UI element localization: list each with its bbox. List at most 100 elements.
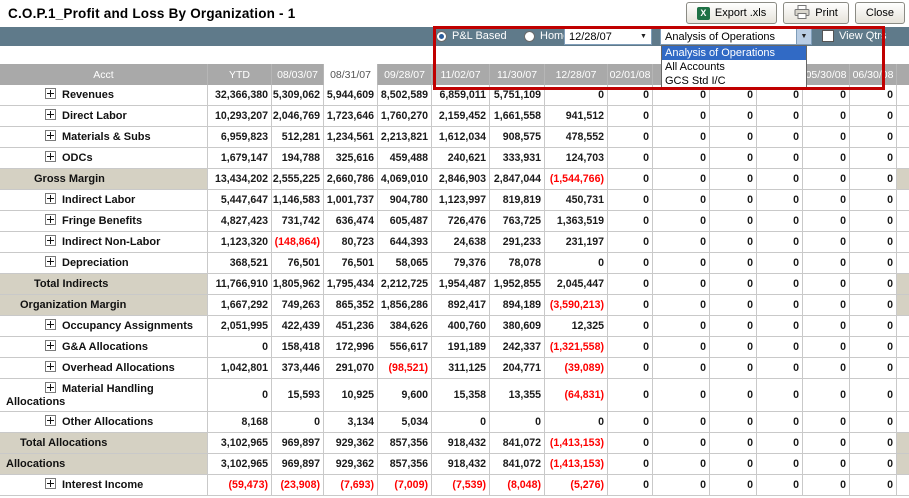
period-select-value: 12/28/07: [565, 29, 636, 44]
value-cell: 0: [803, 358, 850, 378]
row-filler: [897, 412, 909, 432]
value-cell: 9,600: [378, 379, 432, 411]
expand-icon[interactable]: [45, 256, 56, 267]
row-filler: [897, 127, 909, 147]
value-cell: 969,897: [272, 433, 324, 453]
value-cell: 422,439: [272, 316, 324, 336]
row-filler: [897, 274, 909, 294]
value-cell: 0: [850, 412, 897, 432]
value-cell: 0: [803, 190, 850, 210]
value-cell: (1,321,558): [545, 337, 608, 357]
value-cell: 0: [490, 412, 545, 432]
expand-icon[interactable]: [45, 88, 56, 99]
value-cell: 0: [757, 412, 803, 432]
value-cell: (3,590,213): [545, 295, 608, 315]
value-cell: 0: [850, 148, 897, 168]
value-cell: (5,276): [545, 475, 608, 495]
export-xls-button[interactable]: X Export .xls: [686, 2, 777, 24]
dropdown-option[interactable]: Analysis of Operations: [662, 46, 806, 60]
print-button[interactable]: Print: [783, 2, 849, 24]
value-cell: 2,159,452: [432, 106, 490, 126]
value-cell: 0: [850, 337, 897, 357]
expand-icon[interactable]: [45, 340, 56, 351]
row-filler: [897, 295, 909, 315]
expand-icon[interactable]: [45, 151, 56, 162]
row-label: Overhead Allocations: [62, 362, 175, 374]
value-cell: 0: [545, 412, 608, 432]
value-cell: (59,473): [208, 475, 272, 495]
value-cell: 10,293,207: [208, 106, 272, 126]
value-cell: 0: [803, 106, 850, 126]
acct-cell: Material Handling Allocations: [0, 379, 208, 411]
checkbox-icon: [822, 30, 834, 42]
row-label: Fringe Benefits: [62, 215, 142, 227]
value-cell: 0: [710, 253, 757, 273]
table-row: Depreciation368,52176,50176,50158,06579,…: [0, 253, 909, 274]
expand-icon[interactable]: [45, 130, 56, 141]
value-cell: (7,539): [432, 475, 490, 495]
value-cell: 3,134: [324, 412, 378, 432]
value-cell: 0: [850, 127, 897, 147]
expand-icon[interactable]: [45, 478, 56, 489]
value-cell: 0: [803, 127, 850, 147]
view-qtrs-checkbox[interactable]: View Qtrs: [822, 30, 886, 42]
value-cell: 13,355: [490, 379, 545, 411]
value-cell: 1,954,487: [432, 274, 490, 294]
expand-icon[interactable]: [45, 415, 56, 426]
value-cell: 5,751,109: [490, 85, 545, 105]
value-cell: 373,446: [272, 358, 324, 378]
value-cell: 0: [710, 190, 757, 210]
table-row: Indirect Non-Labor1,123,320(148,864)80,7…: [0, 232, 909, 253]
period-select[interactable]: 12/28/07 ▼: [564, 28, 652, 45]
value-cell: 605,487: [378, 211, 432, 231]
dropdown-option[interactable]: All Accounts: [662, 60, 806, 74]
value-cell: 0: [608, 232, 653, 252]
value-cell: 0: [803, 337, 850, 357]
value-cell: 894,189: [490, 295, 545, 315]
value-cell: 6,859,011: [432, 85, 490, 105]
dropdown-option[interactable]: GCS Std I/C: [662, 74, 806, 88]
row-filler: [897, 337, 909, 357]
row-filler: [897, 433, 909, 453]
chevron-down-icon: ▼: [636, 29, 651, 44]
value-cell: 0: [653, 454, 710, 474]
value-cell: 0: [850, 358, 897, 378]
value-cell: 2,051,995: [208, 316, 272, 336]
value-cell: 384,626: [378, 316, 432, 336]
value-cell: 58,065: [378, 253, 432, 273]
expand-icon[interactable]: [45, 109, 56, 120]
value-cell: 1,679,147: [208, 148, 272, 168]
acct-cell: Total Allocations: [0, 433, 208, 453]
value-cell: 0: [757, 454, 803, 474]
expand-icon[interactable]: [45, 361, 56, 372]
table-row: Allocations3,102,965969,897929,362857,35…: [0, 454, 909, 475]
value-cell: 2,212,725: [378, 274, 432, 294]
expand-icon[interactable]: [45, 319, 56, 330]
row-label: Direct Labor: [62, 110, 127, 122]
acct-cell: Depreciation: [0, 253, 208, 273]
export-xls-label: Export .xls: [715, 7, 766, 19]
value-cell: 969,897: [272, 454, 324, 474]
row-filler: [897, 232, 909, 252]
value-cell: 1,723,646: [324, 106, 378, 126]
row-label: Depreciation: [62, 257, 129, 269]
value-cell: 1,363,519: [545, 211, 608, 231]
expand-icon[interactable]: [45, 214, 56, 225]
value-cell: 763,725: [490, 211, 545, 231]
expand-icon[interactable]: [45, 235, 56, 246]
pl-based-radio[interactable]: P&L Based: [436, 30, 507, 42]
value-cell: 0: [757, 190, 803, 210]
close-button[interactable]: Close: [855, 2, 905, 24]
value-cell: 76,501: [272, 253, 324, 273]
row-filler: [897, 475, 909, 495]
value-cell: 865,352: [324, 295, 378, 315]
expand-icon[interactable]: [45, 382, 56, 393]
value-cell: 512,281: [272, 127, 324, 147]
view-select[interactable]: Analysis of Operations ▼: [660, 28, 812, 45]
expand-icon[interactable]: [45, 193, 56, 204]
value-cell: 1,952,855: [490, 274, 545, 294]
value-cell: 0: [803, 85, 850, 105]
value-cell: (1,413,153): [545, 454, 608, 474]
acct-cell: Allocations: [0, 454, 208, 474]
row-filler: [897, 169, 909, 189]
